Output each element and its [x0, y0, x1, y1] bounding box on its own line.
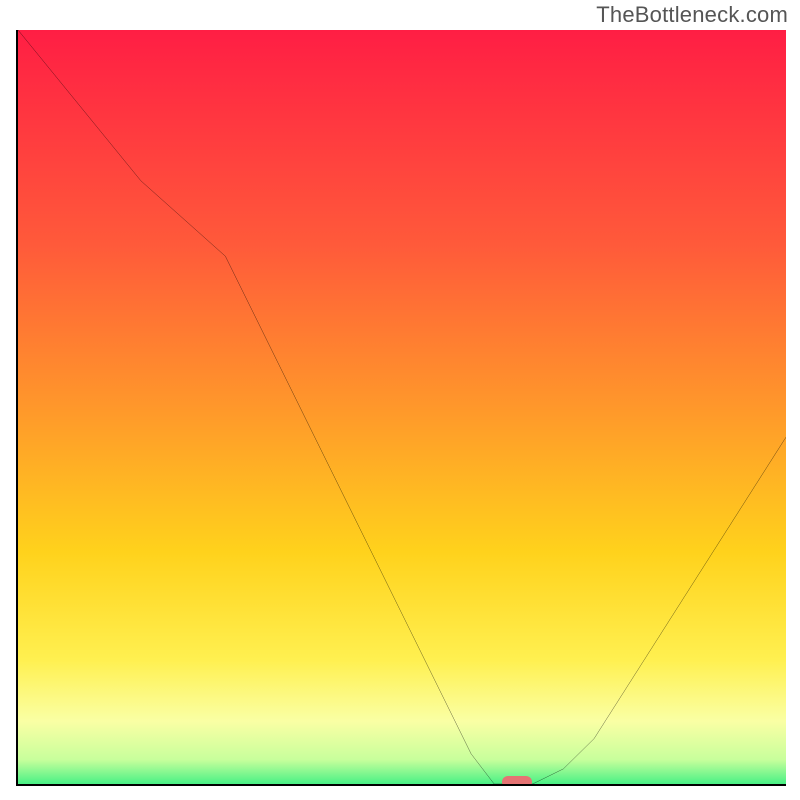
- watermark-text: TheBottleneck.com: [596, 2, 788, 28]
- plot-area: [16, 30, 786, 786]
- bottleneck-curve: [18, 30, 786, 784]
- optimal-marker: [502, 776, 532, 786]
